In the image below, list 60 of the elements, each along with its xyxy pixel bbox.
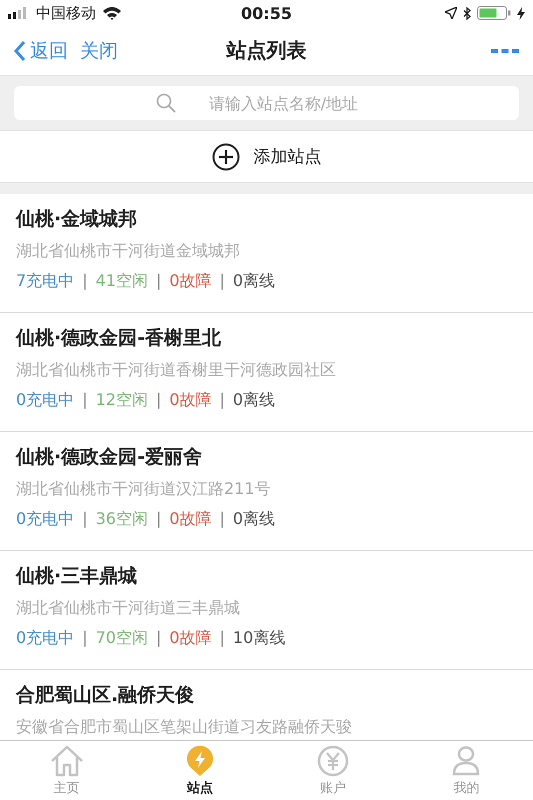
- station-address: 湖北省仙桃市干河街道金域城邦: [16, 241, 241, 262]
- station-item[interactable]: 仙桃·金域城邦 湖北省仙桃市干河街道金域城邦 7充电中 | 41空闲 | 0故障 | 0离线: [0, 194, 533, 313]
- divider-mark: |: [156, 271, 162, 292]
- plus-circle-icon: [212, 142, 240, 170]
- divider-mark: |: [156, 628, 162, 649]
- divider-mark: |: [220, 509, 225, 530]
- divider-mark: |: [82, 390, 88, 411]
- battery-icon: [477, 6, 511, 20]
- status-count: 0充电中: [16, 509, 74, 530]
- search-field[interactable]: 请输入站点名称/地址: [14, 86, 519, 120]
- chevron-left-icon: [14, 40, 26, 62]
- station-address: 湖北省仙桃市干河街道香榭里干河德政园社区: [16, 360, 337, 381]
- wifi-icon: [102, 6, 122, 20]
- station-name: 仙桃·德政金园-香榭里北: [16, 326, 222, 351]
- status-count: 0离线: [232, 509, 276, 530]
- status-count: 0故障: [169, 271, 212, 292]
- status-count: 0充电中: [16, 390, 74, 411]
- station-name: 仙桃·三丰鼎城: [16, 564, 138, 589]
- station-item[interactable]: 仙桃·三丰鼎城 湖北省仙桃市干河街道三丰鼎城 0充电中 | 70空闲 | 0故障 | 10离线: [0, 551, 533, 670]
- status-count: 0故障: [169, 390, 212, 411]
- clock-time: 00:55: [240, 4, 293, 22]
- status-count: 10离线: [232, 628, 286, 649]
- status-count: 70空闲: [96, 628, 148, 649]
- search-icon: [156, 93, 176, 113]
- divider-mark: |: [156, 509, 162, 530]
- divider-mark: |: [220, 271, 225, 292]
- station-name: 仙桃·金域城邦: [16, 207, 138, 232]
- divider-mark: |: [82, 271, 88, 292]
- station-address: 安徽省合肥市蜀山区笔架山街道习友路融侨天骏: [16, 717, 353, 738]
- station-item[interactable]: 仙桃·德政金园-香榭里北 湖北省仙桃市干河街道香榭里干河德政园社区 0充电中 | 12空闲 | 0故障 | 0离线: [0, 313, 533, 432]
- station-name: 仙桃·德政金园-爱丽舍: [16, 445, 204, 470]
- status-count: 36空闲: [96, 509, 148, 530]
- status-count: 7充电中: [16, 271, 74, 292]
- status-count: 0故障: [169, 628, 212, 649]
- status-count: 0离线: [232, 390, 276, 411]
- bluetooth-icon: [463, 6, 471, 20]
- status-count: 0充电中: [16, 628, 74, 649]
- divider-mark: |: [220, 628, 225, 649]
- station-item[interactable]: 仙桃·德政金园-爱丽舍 湖北省仙桃市干河街道汉江路211号 0充电中 | 36空闲 | 0故障 | 0离线: [0, 432, 533, 551]
- station-address: 湖北省仙桃市干河街道三丰鼎城: [16, 598, 241, 619]
- divider-mark: |: [220, 390, 225, 411]
- status-count: 0故障: [169, 509, 212, 530]
- station-name: 合肥蜀山区.融侨天俊: [16, 683, 196, 708]
- more-icon[interactable]: [491, 48, 519, 54]
- tab-item[interactable]: 站点: [133, 741, 266, 800]
- add-station-button[interactable]: 添加站点: [206, 142, 328, 172]
- status-count: 0离线: [232, 271, 276, 292]
- station-address: 湖北省仙桃市干河街道汉江路211号: [16, 479, 272, 500]
- carrier-name: 中国移动: [36, 4, 96, 22]
- divider-mark: |: [82, 509, 88, 530]
- status-count: 41空闲: [96, 271, 148, 292]
- home-icon: [48, 744, 85, 776]
- bolt-icon: [517, 6, 525, 20]
- divider-mark: |: [156, 390, 162, 411]
- lightning-pin-icon: [184, 744, 215, 776]
- status-count: 12空闲: [96, 390, 148, 411]
- divider-mark: |: [82, 628, 88, 649]
- page-title: 站点列表: [224, 37, 308, 64]
- person-icon: [451, 744, 482, 776]
- location-icon: [445, 7, 457, 19]
